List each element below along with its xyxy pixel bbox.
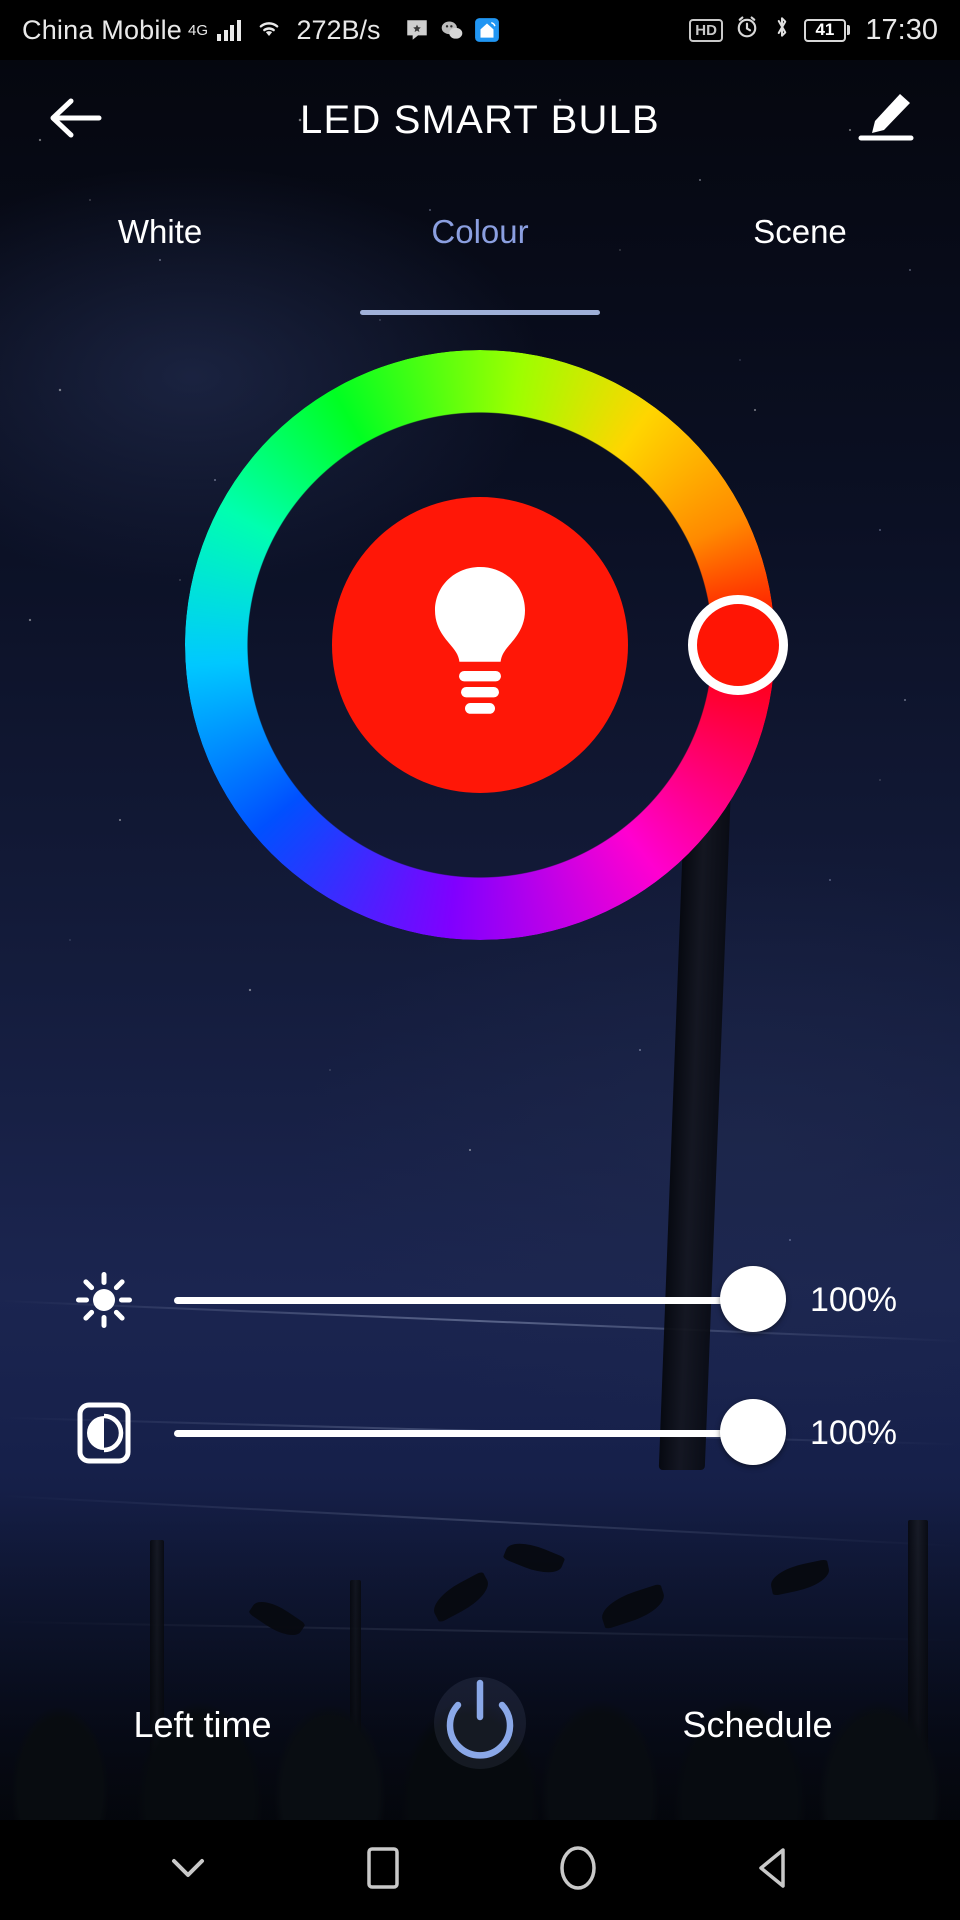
light-bulb-icon [414, 561, 546, 730]
square-recents-icon [366, 1846, 400, 1895]
brightness-slider[interactable] [174, 1266, 786, 1332]
tab-white[interactable]: White [0, 185, 320, 325]
signal-bars-icon [217, 19, 241, 41]
wifi-icon [254, 15, 284, 46]
status-bar: China Mobile 4G 272B/s HD 41 17:30 [0, 0, 960, 60]
tab-label: White [117, 213, 203, 250]
saturation-slider-row: 100% [0, 1388, 960, 1478]
hd-badge: HD [689, 18, 723, 42]
brightness-value-label: 100% [810, 1280, 897, 1319]
edit-button[interactable] [846, 80, 926, 160]
circle-home-icon [558, 1845, 598, 1896]
schedule-button[interactable]: Schedule [555, 1704, 960, 1746]
bluetooth-share-icon [404, 17, 430, 43]
smart-home-icon [474, 17, 500, 43]
triangle-back-icon [755, 1846, 791, 1895]
tab-colour[interactable]: Colour [320, 185, 640, 325]
saturation-slider-knob[interactable] [720, 1399, 786, 1465]
tab-label: Scene [753, 213, 847, 250]
wechat-icon [439, 17, 465, 43]
alarm-clock-icon [734, 14, 760, 47]
app-screen: China Mobile 4G 272B/s HD 41 17:30 LED S… [0, 0, 960, 1920]
saturation-slider[interactable] [174, 1399, 786, 1465]
app-header: LED SMART BULB [0, 60, 960, 180]
power-button[interactable] [405, 1669, 555, 1782]
android-nav-bar [0, 1820, 960, 1920]
network-speed-label: 272B/s [296, 14, 381, 45]
color-wheel[interactable] [185, 350, 788, 940]
tab-active-underline [360, 310, 600, 315]
power-button-icon [431, 1669, 529, 1782]
bottom-action-bar: Left time Schedule [0, 1630, 960, 1820]
bulb-power-toggle[interactable] [332, 497, 628, 793]
tab-scene[interactable]: Scene [640, 185, 960, 325]
back-button[interactable] [30, 75, 120, 165]
home-button[interactable] [533, 1835, 623, 1905]
contrast-icon [56, 1402, 152, 1464]
hide-navbar-button[interactable] [143, 1835, 233, 1905]
brightness-slider-track [174, 1297, 786, 1304]
battery-level-label: 41 [803, 18, 846, 42]
chevron-down-icon [170, 1856, 206, 1885]
network-type-label: 4G [187, 21, 208, 39]
pencil-edit-icon [855, 90, 917, 151]
brightness-sun-icon [56, 1271, 152, 1329]
brightness-slider-row: 100% [0, 1255, 960, 1345]
brightness-slider-knob[interactable] [720, 1266, 786, 1332]
left-time-button[interactable]: Left time [0, 1704, 405, 1746]
saturation-slider-track [174, 1430, 786, 1437]
saturation-value-label: 100% [810, 1413, 897, 1452]
page-title: LED SMART BULB [300, 97, 660, 142]
battery-indicator: 41 [803, 18, 851, 42]
clock-label: 17:30 [865, 13, 938, 46]
carrier-label: China Mobile [22, 14, 182, 45]
recents-button[interactable] [338, 1835, 428, 1905]
arrow-left-icon [47, 95, 103, 146]
bluetooth-icon [771, 14, 793, 47]
mode-tabs: White Colour Scene [0, 185, 960, 325]
back-nav-button[interactable] [728, 1835, 818, 1905]
hue-handle[interactable] [688, 595, 788, 695]
battery-cap [847, 25, 851, 35]
tab-label: Colour [431, 213, 529, 250]
